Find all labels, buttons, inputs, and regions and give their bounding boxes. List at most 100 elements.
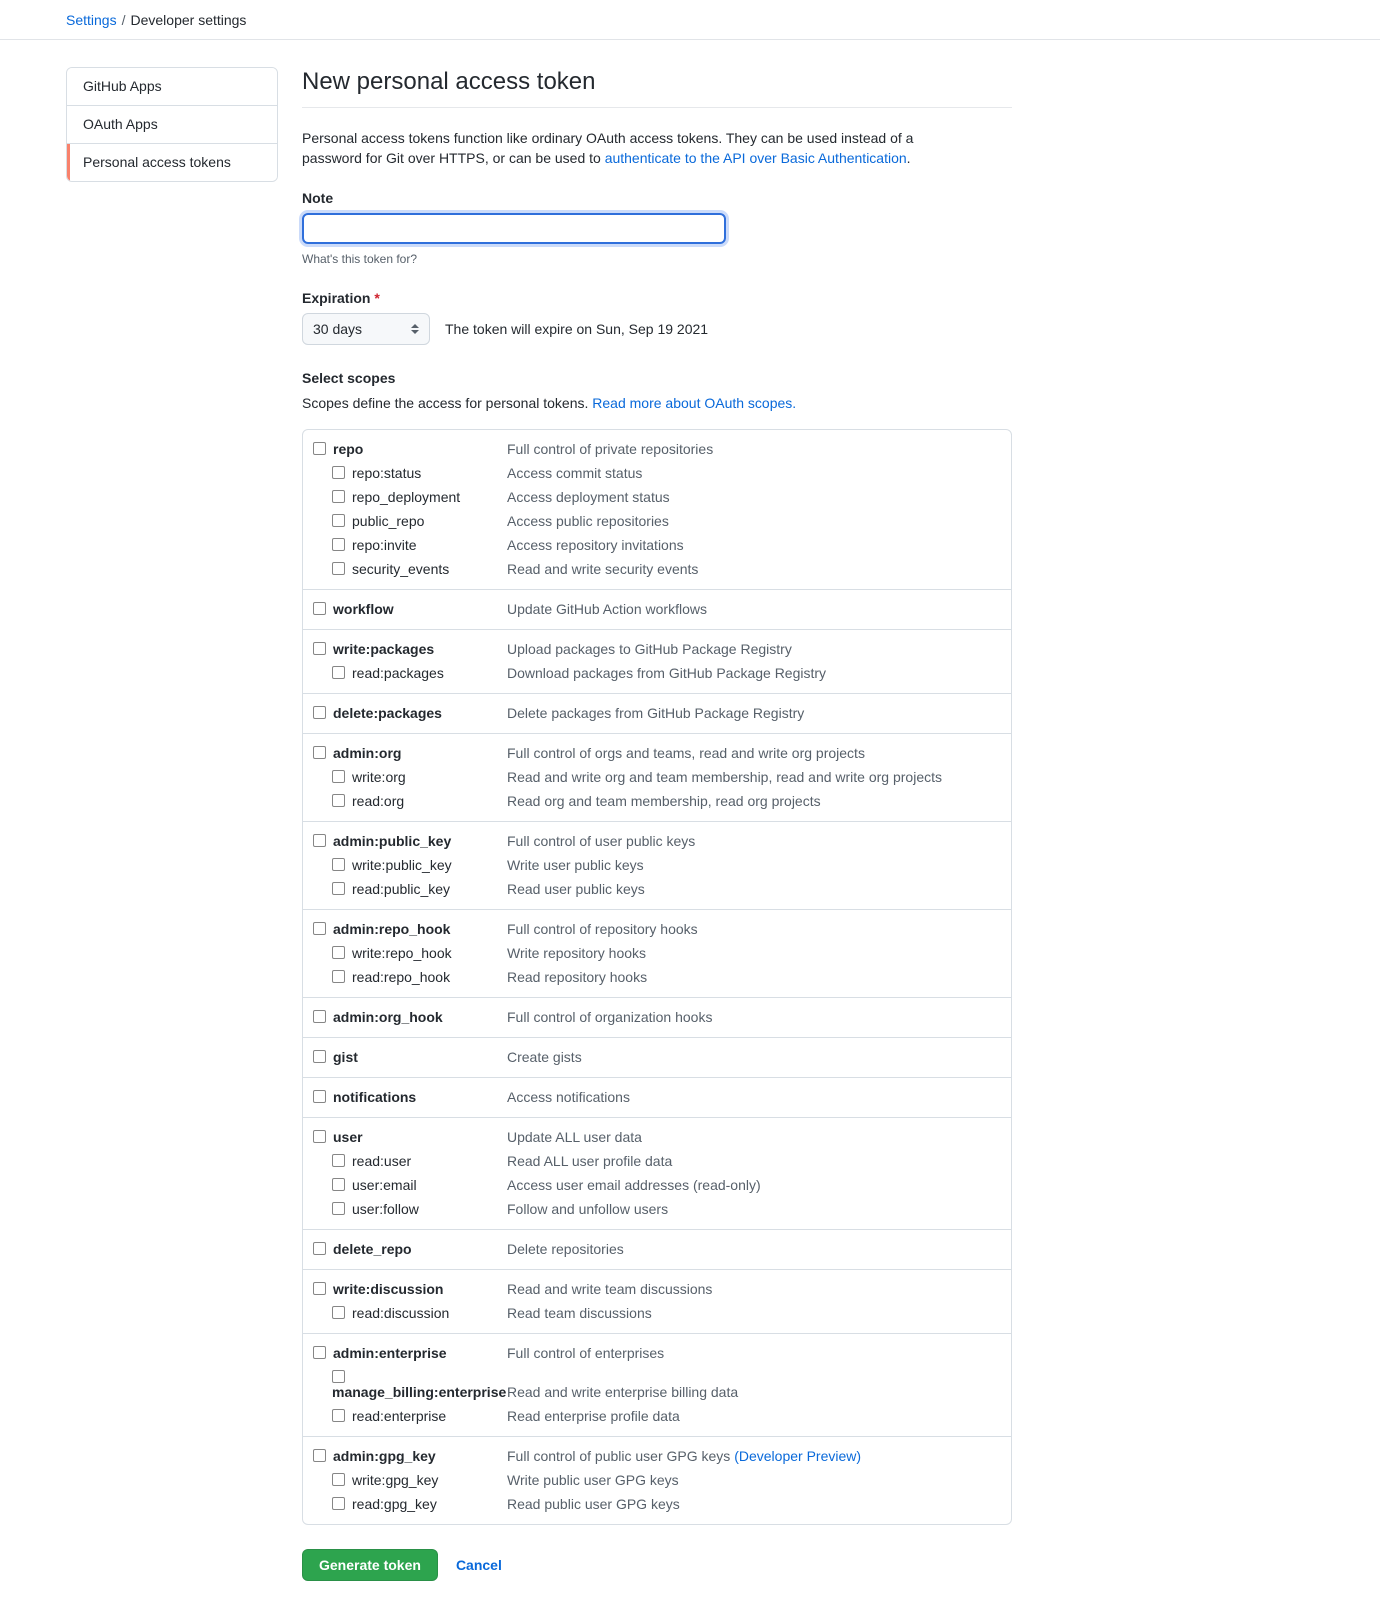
scope-checkbox-repo:invite[interactable] bbox=[332, 538, 345, 551]
scope-checkbox-write:repo_hook[interactable] bbox=[332, 946, 345, 959]
scope-description: Delete repositories bbox=[507, 1241, 624, 1257]
scope-checkbox-write:org[interactable] bbox=[332, 770, 345, 783]
scope-name-label[interactable]: repo_deployment bbox=[352, 488, 460, 506]
scope-checkbox-write:packages[interactable] bbox=[313, 642, 326, 655]
scope-checkbox-admin:gpg_key[interactable] bbox=[313, 1449, 326, 1462]
scope-name-label[interactable]: read:public_key bbox=[352, 880, 450, 898]
scope-name-label[interactable]: read:packages bbox=[352, 664, 444, 682]
scope-checkbox-security_events[interactable] bbox=[332, 562, 345, 575]
sidebar-item-personal-access-tokens[interactable]: Personal access tokens bbox=[67, 144, 277, 181]
scope-description: Read ALL user profile data bbox=[507, 1153, 673, 1169]
scope-description: Full control of user public keys bbox=[507, 833, 696, 849]
scope-name-label[interactable]: admin:enterprise bbox=[333, 1344, 447, 1362]
scope-description: Create gists bbox=[507, 1049, 582, 1065]
scope-name-label[interactable]: notifications bbox=[333, 1088, 416, 1106]
scope-name-label[interactable]: write:repo_hook bbox=[352, 944, 452, 962]
scope-name-label[interactable]: user bbox=[333, 1128, 363, 1146]
scope-name-label[interactable]: manage_billing:enterprise bbox=[303, 1383, 507, 1401]
breadcrumb-settings-link[interactable]: Settings bbox=[66, 12, 117, 28]
scope-checkbox-admin:org[interactable] bbox=[313, 746, 326, 759]
scope-checkbox-read:user[interactable] bbox=[332, 1154, 345, 1167]
expiration-select[interactable]: 30 days bbox=[302, 313, 430, 345]
scope-row: read:repo_hook Read repository hooks bbox=[303, 965, 1011, 989]
scope-name-label[interactable]: write:packages bbox=[333, 640, 434, 658]
scope-description: Read team discussions bbox=[507, 1305, 652, 1321]
scope-name-label[interactable]: security_events bbox=[352, 560, 449, 578]
scope-group: user Update ALL user data read:user Read AL… bbox=[303, 1118, 1011, 1230]
scope-checkbox-read:public_key[interactable] bbox=[332, 882, 345, 895]
sidebar-item-github-apps[interactable]: GitHub Apps bbox=[67, 68, 277, 106]
scope-row: admin:gpg_key Full control of public user… bbox=[303, 1444, 1011, 1468]
sidebar-item-oauth-apps[interactable]: OAuth Apps bbox=[67, 106, 277, 144]
scope-name-label[interactable]: admin:repo_hook bbox=[333, 920, 450, 938]
scope-name-label[interactable]: public_repo bbox=[352, 512, 424, 530]
scope-checkbox-user:email[interactable] bbox=[332, 1178, 345, 1191]
scope-row: delete_repo Delete repositories bbox=[303, 1237, 1011, 1261]
scope-name-label[interactable]: user:follow bbox=[352, 1200, 419, 1218]
scope-name-label[interactable]: write:public_key bbox=[352, 856, 452, 874]
scope-checkbox-write:gpg_key[interactable] bbox=[332, 1473, 345, 1486]
basic-auth-link[interactable]: authenticate to the API over Basic Authe… bbox=[605, 150, 907, 166]
scope-name-label[interactable]: read:gpg_key bbox=[352, 1495, 437, 1513]
scope-checkbox-write:public_key[interactable] bbox=[332, 858, 345, 871]
scope-checkbox-read:gpg_key[interactable] bbox=[332, 1497, 345, 1510]
scope-checkbox-user:follow[interactable] bbox=[332, 1202, 345, 1215]
scope-name-label[interactable]: read:enterprise bbox=[352, 1407, 446, 1425]
scope-name-label[interactable]: admin:org bbox=[333, 744, 401, 762]
scope-name-label[interactable]: admin:org_hook bbox=[333, 1008, 443, 1026]
scope-checkbox-notifications[interactable] bbox=[313, 1090, 326, 1103]
cancel-link[interactable]: Cancel bbox=[456, 1557, 502, 1573]
title-divider bbox=[302, 107, 1012, 108]
scope-name-label[interactable]: workflow bbox=[333, 600, 394, 618]
scope-checkbox-admin:repo_hook[interactable] bbox=[313, 922, 326, 935]
scope-checkbox-write:discussion[interactable] bbox=[313, 1282, 326, 1295]
scope-name-label[interactable]: write:gpg_key bbox=[352, 1471, 438, 1489]
scope-name-label[interactable]: repo:status bbox=[352, 464, 421, 482]
scope-checkbox-read:enterprise[interactable] bbox=[332, 1409, 345, 1422]
scope-name-label[interactable]: user:email bbox=[352, 1176, 417, 1194]
scope-description: Read repository hooks bbox=[507, 969, 648, 985]
scope-name-label[interactable]: read:org bbox=[352, 792, 404, 810]
note-input[interactable] bbox=[299, 210, 729, 247]
scope-checkbox-admin:org_hook[interactable] bbox=[313, 1010, 326, 1023]
required-asterisk: * bbox=[374, 290, 380, 306]
page-title: New personal access token bbox=[302, 68, 596, 95]
scope-checkbox-repo_deployment[interactable] bbox=[332, 490, 345, 503]
scope-name-label[interactable]: write:org bbox=[352, 768, 406, 786]
scope-name-label[interactable]: delete:packages bbox=[333, 704, 442, 722]
scope-checkbox-workflow[interactable] bbox=[313, 602, 326, 615]
scope-name-label[interactable]: read:discussion bbox=[352, 1304, 449, 1322]
scope-name-label[interactable]: delete_repo bbox=[333, 1240, 412, 1258]
scope-name-cell: admin:org_hook bbox=[303, 1008, 507, 1026]
developer-preview-link[interactable]: (Developer Preview) bbox=[734, 1448, 861, 1464]
scope-checkbox-public_repo[interactable] bbox=[332, 514, 345, 527]
breadcrumb-current: Developer settings bbox=[130, 11, 247, 28]
scope-name-label[interactable]: gist bbox=[333, 1048, 358, 1066]
scope-checkbox-gist[interactable] bbox=[313, 1050, 326, 1063]
scope-checkbox-manage_billing:enterprise[interactable] bbox=[332, 1370, 345, 1383]
scope-name-label[interactable]: read:user bbox=[352, 1152, 411, 1170]
scope-checkbox-read:repo_hook[interactable] bbox=[332, 970, 345, 983]
scope-name-label[interactable]: admin:public_key bbox=[333, 832, 451, 850]
scope-checkbox-admin:enterprise[interactable] bbox=[313, 1346, 326, 1359]
scope-checkbox-repo:status[interactable] bbox=[332, 466, 345, 479]
scope-checkbox-read:packages[interactable] bbox=[332, 666, 345, 679]
scope-name-label[interactable]: write:discussion bbox=[333, 1280, 443, 1298]
scope-description: Read enterprise profile data bbox=[507, 1408, 680, 1424]
scope-checkbox-read:org[interactable] bbox=[332, 794, 345, 807]
scope-checkbox-user[interactable] bbox=[313, 1130, 326, 1143]
scope-checkbox-delete:packages[interactable] bbox=[313, 706, 326, 719]
scope-checkbox-read:discussion[interactable] bbox=[332, 1306, 345, 1319]
expiration-label: Expiration * bbox=[302, 290, 1012, 306]
scope-name-label[interactable]: repo bbox=[333, 440, 363, 458]
scope-name-label[interactable]: admin:gpg_key bbox=[333, 1447, 436, 1465]
scope-checkbox-repo[interactable] bbox=[313, 442, 326, 455]
scope-checkbox-delete_repo[interactable] bbox=[313, 1242, 326, 1255]
scope-checkbox-admin:public_key[interactable] bbox=[313, 834, 326, 847]
scope-name-label[interactable]: repo:invite bbox=[352, 536, 417, 554]
generate-token-button[interactable]: Generate token bbox=[302, 1549, 438, 1581]
scope-name-label[interactable]: read:repo_hook bbox=[352, 968, 450, 986]
scope-row: read:packages Download packages from GitH… bbox=[303, 661, 1011, 685]
scope-name-cell: read:repo_hook bbox=[303, 968, 507, 986]
oauth-scopes-link[interactable]: Read more about OAuth scopes. bbox=[592, 395, 796, 411]
